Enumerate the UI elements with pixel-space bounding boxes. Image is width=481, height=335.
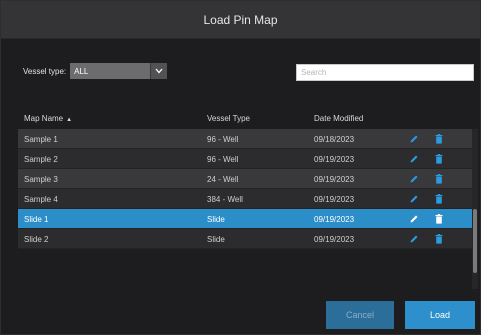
pin-map-table: Sample 1 96 - Well 09/18/2023 Sample 2 96 - … [18,129,472,289]
cell-vessel-type: Slide [207,235,225,244]
trash-icon[interactable] [435,234,443,244]
cell-date-modified: 09/19/2023 [314,215,355,224]
table-row[interactable]: Sample 3 24 - Well 09/19/2023 [18,169,472,189]
pencil-icon[interactable] [409,194,419,204]
cell-vessel-type: 96 - Well [207,155,239,164]
table-row[interactable]: Sample 4 384 - Well 09/19/2023 [18,189,472,209]
dialog-title-bar: Load Pin Map [1,1,480,39]
cell-map-name: Slide 1 [24,215,49,224]
cell-map-name: Sample 2 [24,155,58,164]
trash-icon[interactable] [435,134,443,144]
trash-icon[interactable] [435,214,443,224]
vessel-type-value: ALL [74,66,89,76]
load-button[interactable]: Load [405,301,475,329]
column-header-vessel-type[interactable]: Vessel Type [207,114,250,123]
cell-date-modified: 09/19/2023 [314,195,355,204]
cell-date-modified: 09/18/2023 [314,135,355,144]
pencil-icon[interactable] [409,174,419,184]
cell-date-modified: 09/19/2023 [314,155,355,164]
cell-vessel-type: 24 - Well [207,175,239,184]
chevron-down-icon[interactable] [150,63,168,79]
pencil-icon[interactable] [409,214,419,224]
sort-ascending-icon: ▲ [66,117,73,123]
search-input[interactable] [296,64,474,81]
vessel-type-label: Vessel type: [23,66,67,76]
cell-map-name: Sample 4 [24,195,58,204]
table-row[interactable]: Slide 2 Slide 09/19/2023 [18,229,472,249]
cell-map-name: Sample 3 [24,175,58,184]
trash-icon[interactable] [435,154,443,164]
vessel-type-dropdown[interactable]: ALL [70,63,168,79]
cancel-button[interactable]: Cancel [326,301,394,329]
table-row[interactable]: Sample 1 96 - Well 09/18/2023 [18,129,472,149]
table-row[interactable]: Sample 2 96 - Well 09/19/2023 [18,149,472,169]
cell-date-modified: 09/19/2023 [314,175,355,184]
vessel-type-filter: Vessel type: ALL [23,63,168,79]
pencil-icon[interactable] [409,134,419,144]
cell-date-modified: 09/19/2023 [314,235,355,244]
cell-map-name: Sample 1 [24,135,58,144]
cell-vessel-type: Slide [207,215,225,224]
cell-vessel-type: 384 - Well [207,195,243,204]
load-pin-map-dialog: Load Pin Map Vessel type: ALL Map Name▲ … [0,0,481,335]
column-header-map-name[interactable]: Map Name ▲ [24,114,72,123]
trash-icon[interactable] [435,194,443,204]
column-header-date-modified[interactable]: Date Modified [314,114,363,123]
table-header: Map Name ▲ Vessel Type Date Modified [18,111,472,127]
pencil-icon[interactable] [409,234,419,244]
cell-map-name: Slide 2 [24,235,49,244]
pencil-icon[interactable] [409,154,419,164]
trash-icon[interactable] [435,174,443,184]
column-header-map-name-label: Map Name [24,114,64,123]
table-scrollbar-thumb[interactable] [473,209,477,273]
cell-vessel-type: 96 - Well [207,135,239,144]
table-row[interactable]: Slide 1 Slide 09/19/2023 [18,209,472,229]
dialog-title: Load Pin Map [203,12,278,27]
